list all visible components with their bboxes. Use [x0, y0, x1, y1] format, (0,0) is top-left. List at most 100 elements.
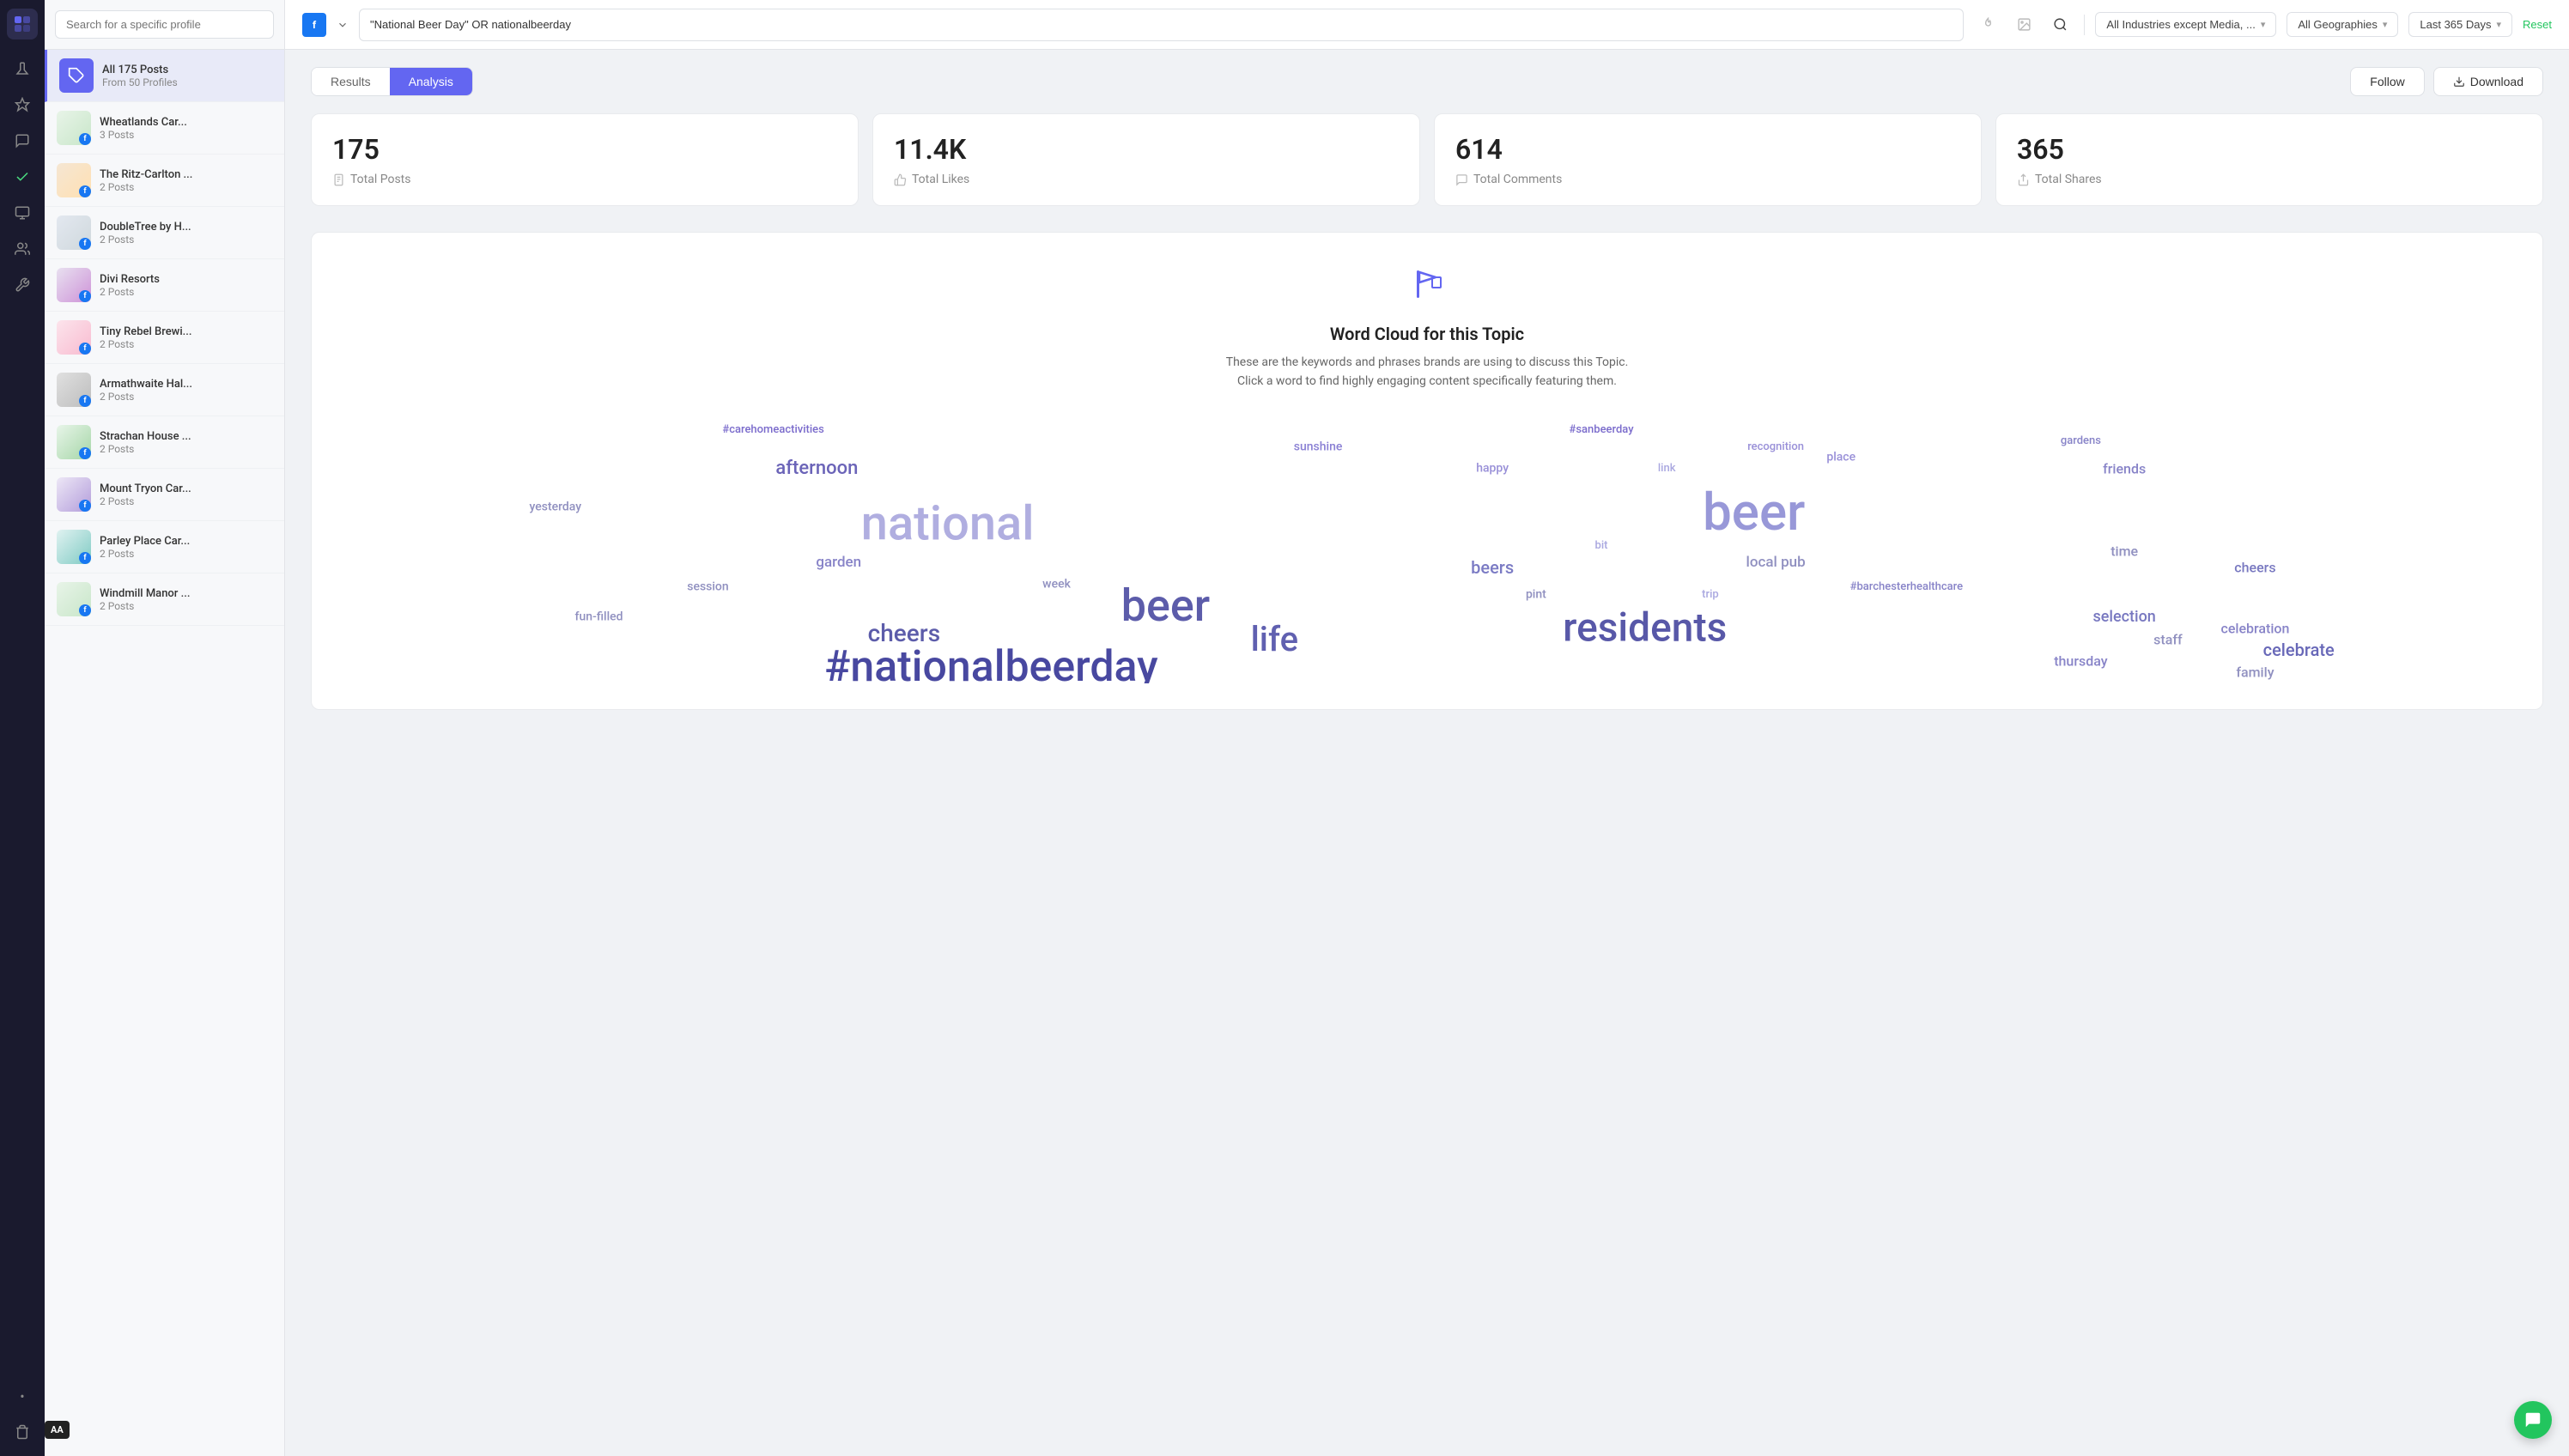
profile-search-input[interactable] — [55, 10, 274, 39]
download-button[interactable]: Download — [2433, 67, 2543, 96]
word-cloud-word[interactable]: life — [1251, 619, 1298, 660]
wheatlands-posts: 3 Posts — [100, 129, 272, 141]
word-cloud-word[interactable]: #nationalbeerday — [824, 641, 1157, 683]
word-cloud-word[interactable]: #carehomeactivities — [722, 424, 823, 438]
nav-trash[interactable] — [7, 1417, 38, 1447]
parley-posts: 2 Posts — [100, 548, 272, 560]
reset-button[interactable]: Reset — [2523, 18, 2552, 31]
armathwaite-posts: 2 Posts — [100, 391, 272, 403]
word-cloud-word[interactable]: #sanbeerday — [1569, 424, 1633, 438]
word-cloud-word[interactable]: trip — [1702, 589, 1719, 603]
word-cloud-word[interactable]: garden — [816, 554, 861, 571]
word-cloud-word[interactable]: pint — [1526, 588, 1546, 603]
word-cloud-word[interactable]: session — [687, 579, 728, 594]
mount-posts: 2 Posts — [100, 495, 272, 507]
sidebar-item-doubletree[interactable]: f DoubleTree by H... 2 Posts — [45, 207, 284, 259]
nav-monitor[interactable] — [7, 197, 38, 228]
date-filter[interactable]: Last 365 Days ▾ — [2408, 12, 2512, 37]
strachan-name: Strachan House ... — [100, 430, 272, 443]
word-cloud-word[interactable]: beer — [1121, 579, 1210, 633]
word-cloud-word[interactable]: bit — [1595, 539, 1608, 553]
word-cloud-word[interactable]: cheers — [2234, 560, 2275, 576]
search-icon[interactable] — [2046, 11, 2074, 39]
topbar-divider — [2084, 15, 2085, 35]
word-cloud-word[interactable]: beers — [1471, 557, 1514, 578]
word-cloud-word[interactable]: recognition — [1747, 440, 1804, 454]
nav-star[interactable] — [7, 89, 38, 120]
platform-dropdown-icon[interactable] — [337, 19, 349, 31]
word-cloud-word[interactable]: happy — [1476, 462, 1509, 476]
word-cloud-word[interactable]: staff — [2153, 631, 2182, 647]
word-cloud-word[interactable]: celebrate — [2263, 640, 2335, 660]
wheatlands-avatar: f — [57, 111, 91, 145]
word-cloud-desc-line2: Click a word to find highly engaging con… — [337, 372, 2517, 391]
word-cloud-word[interactable]: afternoon — [775, 458, 858, 480]
nav-users[interactable] — [7, 234, 38, 264]
sidebar-item-armathwaite[interactable]: f Armathwaite Hal... 2 Posts — [45, 364, 284, 416]
sidebar-item-mount[interactable]: f Mount Tryon Car... 2 Posts — [45, 469, 284, 521]
sidebar-item-rebel[interactable]: f Tiny Rebel Brewi... 2 Posts — [45, 312, 284, 364]
word-cloud-word[interactable]: fun-filled — [575, 610, 623, 625]
fb-badge: f — [79, 604, 91, 616]
word-cloud-word[interactable]: local pub — [1746, 554, 1806, 571]
word-cloud-word[interactable]: friends — [2103, 461, 2146, 477]
parley-avatar: f — [57, 530, 91, 564]
image-icon[interactable] — [2010, 11, 2038, 39]
word-cloud-word[interactable]: yesterday — [529, 500, 581, 515]
word-cloud-word[interactable]: selection — [2092, 608, 2155, 627]
word-cloud-section: Word Cloud for this Topic These are the … — [311, 232, 2543, 710]
like-icon — [894, 173, 907, 186]
word-cloud-word[interactable]: residents — [1563, 604, 1727, 652]
word-cloud-word[interactable]: #barchesterhealthcare — [1850, 580, 1963, 594]
chat-bubble[interactable] — [2514, 1401, 2552, 1439]
word-cloud-word[interactable]: time — [2110, 543, 2138, 560]
geo-filter[interactable]: All Geographies ▾ — [2287, 12, 2398, 37]
flame-icon[interactable] — [1974, 11, 2001, 39]
search-input[interactable] — [359, 9, 1964, 41]
tab-analysis[interactable]: Analysis — [390, 68, 472, 95]
sidebar-item-strachan[interactable]: f Strachan House ... 2 Posts — [45, 416, 284, 469]
tab-results[interactable]: Results — [312, 68, 390, 95]
sidebar-item-all[interactable]: All 175 Posts From 50 Profiles — [45, 50, 284, 102]
stat-likes-number: 11.4K — [894, 133, 1399, 166]
nav-chat[interactable] — [7, 125, 38, 156]
sidebar-item-wheatlands[interactable]: f Wheatlands Car... 3 Posts — [45, 102, 284, 155]
follow-button[interactable]: Follow — [2350, 67, 2424, 96]
word-cloud-word[interactable]: gardens — [2061, 434, 2101, 448]
word-cloud-word[interactable]: beer — [1703, 482, 1805, 543]
post-icon — [332, 173, 345, 186]
word-cloud-word[interactable]: family — [2236, 664, 2274, 680]
sidebar-item-windmill[interactable]: f Windmill Manor ... 2 Posts — [45, 573, 284, 626]
nav-tool[interactable] — [7, 270, 38, 300]
word-cloud-word[interactable]: link — [1658, 462, 1676, 476]
chevron-down-icon: ▾ — [2383, 19, 2388, 30]
word-cloud-word[interactable]: national — [861, 495, 1035, 553]
stat-card-shares: 365 Total Shares — [1995, 113, 2543, 206]
stat-card-comments: 614 Total Comments — [1434, 113, 1982, 206]
armathwaite-avatar: f — [57, 373, 91, 407]
word-cloud-word[interactable]: place — [1826, 451, 1855, 465]
sidebar-item-parley[interactable]: f Parley Place Car... 2 Posts — [45, 521, 284, 573]
wheatlands-name: Wheatlands Car... — [100, 116, 272, 129]
windmill-name: Windmill Manor ... — [100, 587, 272, 600]
divi-posts: 2 Posts — [100, 286, 272, 298]
word-cloud-desc-line1: These are the keywords and phrases brand… — [337, 353, 2517, 372]
parley-name: Parley Place Car... — [100, 535, 272, 548]
word-cloud-word[interactable]: celebration — [2220, 620, 2289, 636]
nav-dot[interactable]: • — [7, 1380, 38, 1411]
nav-check[interactable] — [7, 161, 38, 192]
facebook-icon: f — [302, 13, 326, 37]
divi-info: Divi Resorts 2 Posts — [100, 273, 272, 298]
nav-beaker[interactable] — [7, 53, 38, 84]
word-cloud-word[interactable]: sunshine — [1294, 440, 1343, 454]
word-cloud-word[interactable]: thursday — [2054, 653, 2107, 670]
industry-filter[interactable]: All Industries except Media, ... ▾ — [2095, 12, 2276, 37]
sidebar-item-divi[interactable]: f Divi Resorts 2 Posts — [45, 259, 284, 312]
rebel-avatar: f — [57, 320, 91, 355]
main-content: f All Industries except Media, ... ▾ — [285, 0, 2569, 1456]
word-cloud-icon — [1401, 258, 1453, 310]
word-cloud-word[interactable]: week — [1042, 577, 1071, 592]
sidebar-item-ritz[interactable]: f The Ritz-Carlton ... 2 Posts — [45, 155, 284, 207]
app-logo[interactable] — [7, 9, 38, 39]
comment-icon — [1455, 173, 1468, 186]
